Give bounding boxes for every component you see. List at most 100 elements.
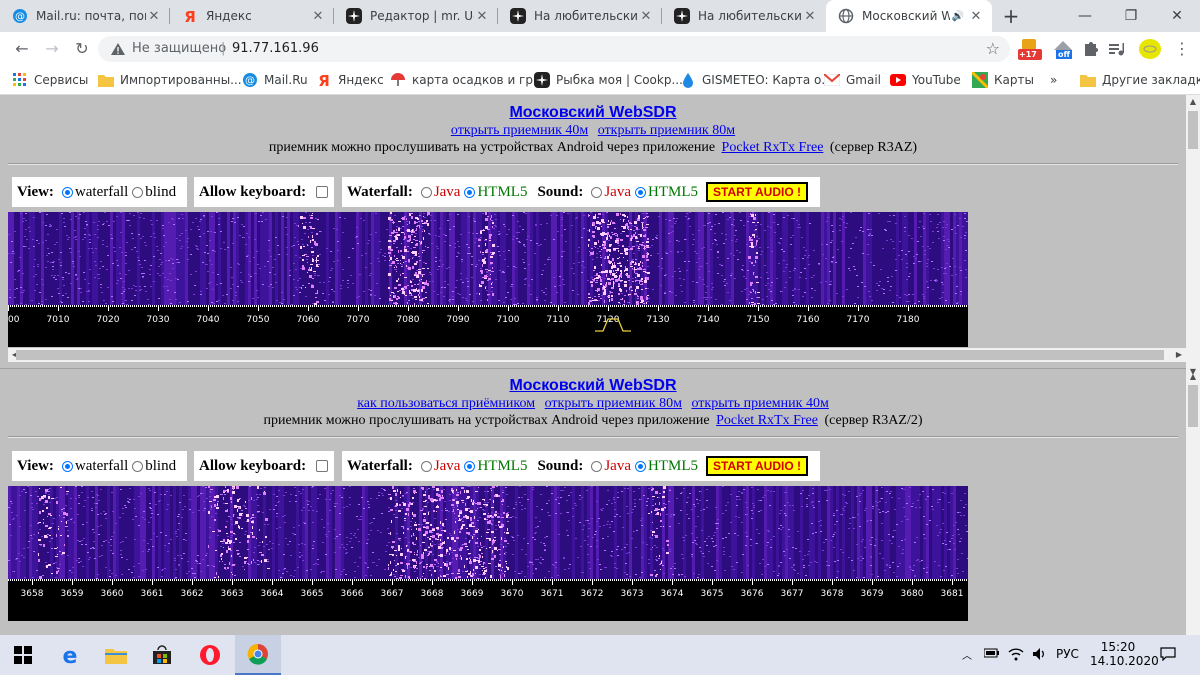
scale-tick — [308, 305, 309, 311]
opera-icon[interactable] — [187, 635, 233, 675]
file-explorer-icon[interactable] — [93, 635, 139, 675]
vertical-scrollbar[interactable]: ▲ ▼ ▲ — [1186, 95, 1200, 635]
waterfall-java-radio[interactable] — [420, 460, 432, 472]
start-audio-button[interactable]: START AUDIO ! — [706, 182, 808, 202]
warning-icon[interactable] — [110, 41, 126, 57]
bookmark-mailru[interactable]: @ Mail.Ru — [242, 71, 308, 89]
sound-java-radio[interactable] — [591, 186, 603, 198]
frequency-scale[interactable]: 3658 3659 3660 3661 3662 3663 3664 3665 3666 3667… — [8, 579, 968, 621]
close-window-button[interactable]: ✕ — [1154, 0, 1200, 32]
link-open-40m[interactable]: открыть приемник 40м — [691, 396, 828, 411]
back-button[interactable]: ← — [10, 37, 34, 61]
url-text[interactable]: 91.77.161.96 — [232, 41, 319, 56]
start-audio-button[interactable]: START AUDIO ! — [706, 456, 808, 476]
scroll-up-arrow[interactable]: ▲ — [1186, 95, 1200, 109]
drop-icon — [680, 72, 696, 88]
close-tab-icon[interactable]: ✕ — [310, 9, 326, 24]
restore-button[interactable]: ❐ — [1108, 0, 1154, 32]
scroll-thumb[interactable] — [1188, 385, 1198, 427]
view-waterfall-radio[interactable] — [61, 460, 73, 472]
bookmark-services[interactable]: Сервисы — [12, 71, 88, 89]
apps-icon — [12, 72, 28, 88]
start-button[interactable] — [0, 635, 46, 675]
profile-avatar[interactable] — [1138, 38, 1162, 60]
view-blind-radio[interactable] — [132, 460, 144, 472]
tab-mailru[interactable]: @ Mail.ru: почта, поиск ✕ — [0, 0, 170, 32]
close-tab-icon[interactable]: ✕ — [474, 9, 490, 24]
chrome-icon[interactable] — [235, 635, 281, 675]
tab-yandex[interactable]: Я Яндекс ✕ — [170, 0, 334, 32]
bookmarks-more-button[interactable]: » — [1050, 71, 1057, 89]
horizontal-scrollbar[interactable]: ◀ ▶ — [8, 348, 1186, 362]
battery-icon[interactable] — [983, 647, 1000, 662]
pocket-rxtx-link[interactable]: Pocket RxTx Free — [716, 413, 818, 428]
allow-keyboard-checkbox[interactable] — [316, 186, 329, 198]
language-indicator[interactable]: РУС — [1056, 647, 1079, 661]
pocket-rxtx-link[interactable]: Pocket RxTx Free — [722, 140, 824, 155]
security-label[interactable]: Не защищено — [132, 41, 226, 56]
waterfall-html5-radio[interactable] — [464, 186, 476, 198]
wifi-icon[interactable] — [1008, 647, 1024, 664]
scale-tick-label: 3664 — [261, 589, 284, 599]
view-waterfall-radio[interactable] — [61, 186, 73, 198]
scale-tick-label: 7000 — [8, 315, 20, 325]
close-tab-icon[interactable]: ✕ — [638, 9, 654, 24]
bookmark-cookpad[interactable]: Рыбка моя | Cookp... — [534, 71, 683, 89]
close-tab-icon[interactable]: ✕ — [146, 9, 162, 24]
receiver-title[interactable]: Московский WebSDR — [0, 377, 1186, 395]
forward-button[interactable]: → — [40, 37, 64, 61]
new-tab-button[interactable]: + — [998, 4, 1024, 28]
tab-article-2[interactable]: На любительских ди ✕ — [662, 0, 826, 32]
notifications-icon[interactable] — [1160, 647, 1176, 664]
bookmark-star-icon[interactable]: ☆ — [986, 39, 1000, 58]
media-control-icon[interactable] — [1108, 38, 1126, 60]
scroll-thumb[interactable] — [16, 350, 1164, 360]
scale-tick — [708, 305, 709, 311]
link-open-40m[interactable]: открыть приемник 40м — [451, 123, 588, 138]
tab-editor[interactable]: Редактор | mr. Ueff | ✕ — [334, 0, 498, 32]
receiver-title[interactable]: Московский WebSDR — [0, 104, 1186, 122]
scroll-right-arrow[interactable]: ▶ — [1172, 348, 1186, 362]
close-tab-icon[interactable]: ✕ — [802, 9, 818, 24]
waterfall-html5-radio[interactable] — [464, 460, 476, 472]
bookmark-imported[interactable]: Импортированны... — [98, 71, 242, 89]
scroll-thumb[interactable] — [1188, 111, 1198, 149]
view-blind-radio[interactable] — [132, 186, 144, 198]
bookmark-maps[interactable]: Карты — [972, 71, 1034, 89]
extension-badge-icon[interactable]: +17 — [1018, 38, 1042, 60]
waterfall-display[interactable] — [8, 486, 968, 579]
volume-icon[interactable] — [1032, 647, 1048, 664]
bookmark-youtube[interactable]: YouTube — [890, 71, 961, 89]
tab-websdr[interactable]: Московский We 🔊 ✕ — [826, 0, 992, 32]
waterfall-display[interactable] — [8, 212, 968, 305]
scale-tick-label: 3681 — [941, 589, 964, 599]
sound-java-radio[interactable] — [591, 460, 603, 472]
bookmark-rain-map[interactable]: карта осадков и гр... — [390, 71, 544, 89]
omnibox[interactable]: Не защищено | 91.77.161.96 ☆ — [98, 36, 1010, 62]
sound-html5-radio[interactable] — [635, 460, 646, 472]
bookmark-gmail[interactable]: Gmail — [824, 71, 881, 89]
frequency-scale[interactable]: 7000 7010 7020 7030 7040 7050 7060 7070 7080 7090… — [8, 305, 968, 347]
show-hidden-icons[interactable]: ︿ — [962, 647, 972, 662]
close-tab-icon[interactable]: ✕ — [968, 9, 984, 24]
link-open-80m[interactable]: открыть приемник 80м — [598, 123, 735, 138]
minimize-button[interactable]: — — [1062, 0, 1108, 32]
tab-article-1[interactable]: На любительских ди ✕ — [498, 0, 662, 32]
menu-kebab-icon[interactable]: ⋮ — [1170, 37, 1194, 61]
store-icon[interactable] — [139, 635, 185, 675]
adblock-icon[interactable]: off — [1052, 38, 1074, 60]
scroll-up-arrow[interactable]: ▲ — [1186, 370, 1200, 384]
speaker-icon[interactable]: 🔊 — [950, 11, 966, 22]
edge-icon[interactable]: e — [47, 635, 93, 675]
bookmark-gismeteo[interactable]: GISMETEO: Карта о... — [680, 71, 833, 89]
sound-html5-radio[interactable] — [635, 186, 646, 198]
allow-keyboard-checkbox[interactable] — [316, 460, 329, 472]
bookmark-yandex[interactable]: Я Яндекс — [316, 71, 384, 89]
clock[interactable]: 15:20 14.10.2020 — [1090, 640, 1159, 668]
link-howto[interactable]: как пользоваться приёмником — [357, 396, 535, 411]
waterfall-java-radio[interactable] — [420, 186, 432, 198]
other-bookmarks[interactable]: Другие закладки — [1080, 71, 1200, 89]
reload-button[interactable]: ↻ — [70, 37, 94, 61]
extensions-puzzle-icon[interactable] — [1082, 38, 1100, 60]
link-open-80m[interactable]: открыть приемник 80м — [545, 396, 682, 411]
